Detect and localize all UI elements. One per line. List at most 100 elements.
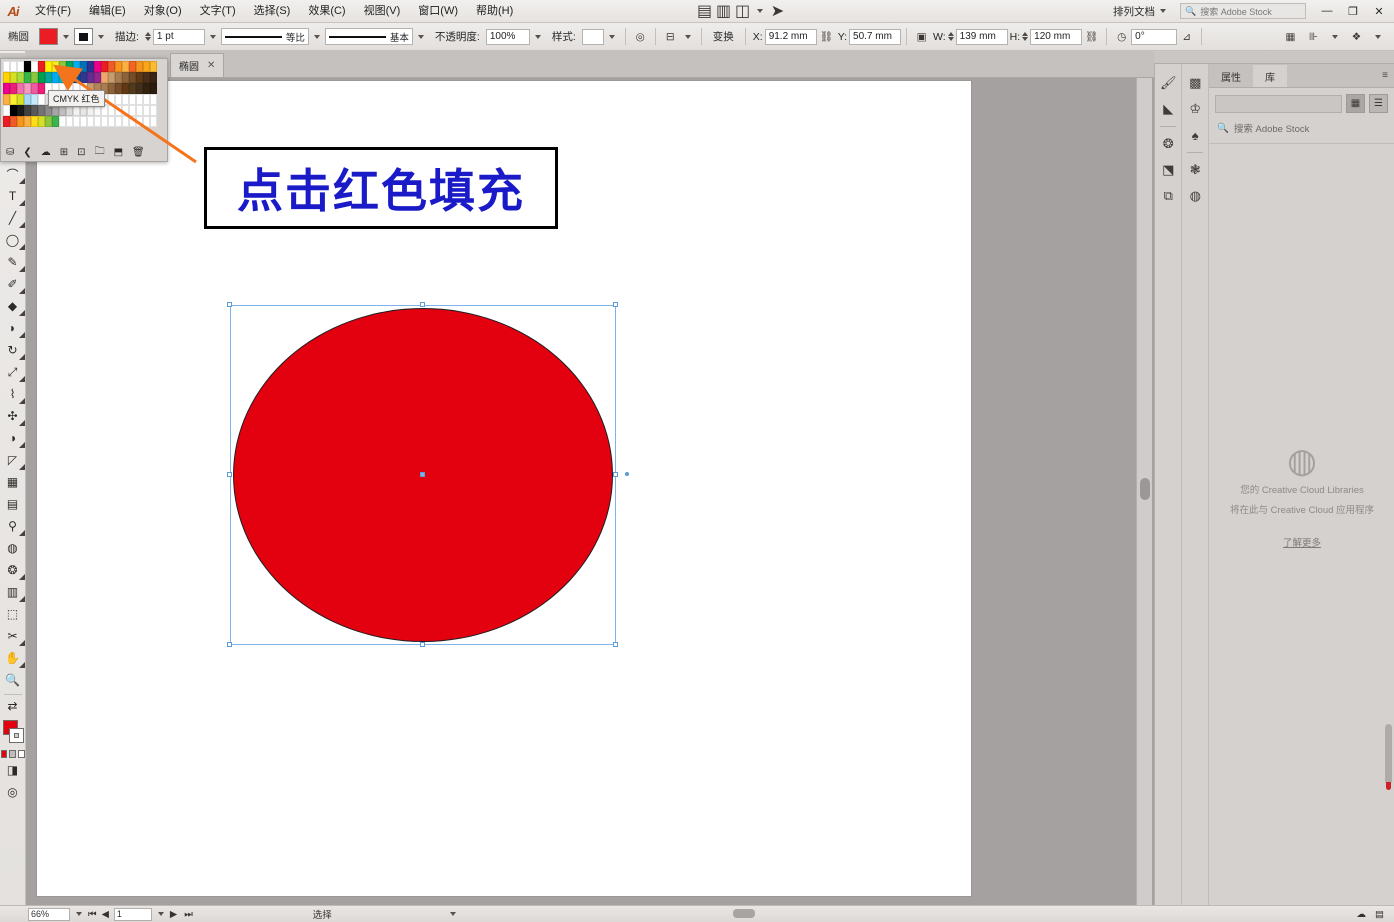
menu-help[interactable]: 帮助(H)	[467, 0, 522, 23]
nav-next-artboard-icon[interactable]: ▶	[170, 909, 177, 920]
nav-last-artboard-icon[interactable]: ⏭	[184, 909, 193, 920]
artboards-icon[interactable]: ⬔	[1156, 157, 1180, 183]
handle-bottom-right[interactable]	[613, 642, 618, 647]
swatch-item[interactable]	[3, 105, 10, 116]
swatch-item[interactable]	[3, 94, 10, 105]
swatches-icon[interactable]: ♠	[1183, 122, 1207, 148]
swatch-item[interactable]	[136, 83, 143, 94]
menu-window[interactable]: 窗口(W)	[409, 0, 467, 23]
swatches-panel[interactable]: ⛁ ❮ ☁ ⊞ ⊡ 🗀 ⬒ 🗑	[0, 58, 168, 162]
swatch-item[interactable]	[80, 72, 87, 83]
close-icon[interactable]: ✕	[207, 60, 215, 71]
device-icon[interactable]: ▤	[1375, 909, 1384, 920]
swatch-item[interactable]	[108, 83, 115, 94]
tool-swap-fill-stroke[interactable]: ⇄	[0, 698, 26, 714]
swatch-item[interactable]	[101, 116, 108, 127]
menu-view[interactable]: 视图(V)	[355, 0, 410, 23]
swatch-item[interactable]	[150, 105, 157, 116]
opacity-input[interactable]: 100%	[485, 28, 530, 45]
chevron-down-icon[interactable]	[1375, 34, 1381, 39]
chevron-down-icon[interactable]	[757, 9, 763, 13]
swatch-item[interactable]	[31, 61, 38, 72]
horizontal-scrollbar-thumb[interactable]	[733, 909, 755, 918]
swatch-item[interactable]	[66, 72, 73, 83]
new-color-group-icon[interactable]: ⊡	[77, 147, 85, 158]
menu-edit[interactable]: 编辑(E)	[80, 0, 135, 23]
align-icon[interactable]: ⊟	[661, 27, 680, 46]
swatch-item[interactable]	[24, 83, 31, 94]
document-setup-icon[interactable]: ◫	[733, 2, 752, 21]
swatch-item[interactable]	[136, 105, 143, 116]
swatch-item[interactable]	[115, 94, 122, 105]
symbols-icon[interactable]: ♔	[1183, 96, 1207, 122]
chevron-down-icon[interactable]	[1332, 34, 1338, 39]
swatch-item[interactable]	[38, 94, 45, 105]
swatch-item[interactable]	[45, 116, 52, 127]
swatch-item[interactable]	[38, 105, 45, 116]
swatch-options-icon[interactable]: ⊞	[60, 147, 68, 158]
swatch-item[interactable]	[122, 116, 129, 127]
swatch-item[interactable]	[73, 61, 80, 72]
rotate-angle-input[interactable]: 0°	[1131, 28, 1178, 45]
menu-object[interactable]: 对象(O)	[135, 0, 191, 23]
zoom-level-input[interactable]: 66%	[28, 907, 70, 921]
swatch-libraries-icon[interactable]: ⛁	[6, 147, 14, 158]
minimize-button[interactable]: —	[1314, 0, 1340, 23]
tool-scale[interactable]: ⤢	[0, 361, 26, 383]
constrain-proportions-icon[interactable]: ⛓	[1082, 27, 1101, 46]
swatch-item[interactable]	[115, 116, 122, 127]
tool-column-graph[interactable]: ▥	[0, 581, 26, 603]
chevron-down-icon[interactable]	[449, 912, 456, 916]
libraries-icon[interactable]: ▩	[1183, 70, 1207, 96]
x-position-input[interactable]: 91.2 mm	[764, 28, 817, 45]
tool-type[interactable]: T	[0, 185, 26, 207]
artboard-number-input[interactable]: 1	[113, 907, 152, 921]
none-button[interactable]	[17, 750, 25, 758]
swatch-item[interactable]	[150, 72, 157, 83]
handle-bottom-center[interactable]	[420, 642, 425, 647]
swatch-item[interactable]	[52, 72, 59, 83]
swatch-item[interactable]	[3, 116, 10, 127]
brush-definition-select[interactable]: 基本	[324, 28, 413, 45]
menu-type[interactable]: 文字(T)	[191, 0, 245, 23]
delete-swatch-icon[interactable]: 🗑	[132, 147, 145, 158]
swatch-item[interactable]	[10, 94, 17, 105]
y-position-input[interactable]: 50.7 mm	[849, 28, 902, 45]
swatch-item[interactable]	[31, 105, 38, 116]
brush-libraries-icon[interactable]: 🖌	[1156, 70, 1180, 96]
swatch-item[interactable]	[38, 72, 45, 83]
arrange-documents-button[interactable]: 排列文档	[1107, 4, 1172, 19]
swatch-item[interactable]	[52, 116, 59, 127]
swatch-item[interactable]	[24, 105, 31, 116]
nav-first-artboard-icon[interactable]: ⏮	[88, 909, 97, 920]
swatch-item[interactable]	[136, 72, 143, 83]
restore-button[interactable]: ❐	[1340, 0, 1366, 23]
swatch-item[interactable]	[94, 116, 101, 127]
swatch-item[interactable]	[24, 94, 31, 105]
fill-color-swatch[interactable]	[39, 28, 58, 45]
stroke-color-swatch[interactable]	[74, 28, 93, 45]
tool-perspective-grid[interactable]: ◸	[0, 449, 26, 471]
tool-line-segment[interactable]: ╱	[0, 207, 26, 229]
swatch-item[interactable]	[80, 116, 87, 127]
chevron-down-icon[interactable]	[157, 912, 164, 916]
tool-symbol-sprayer[interactable]: ❂	[0, 559, 26, 581]
stroke-weight-label[interactable]: 描边:	[109, 29, 145, 44]
swatch-item[interactable]	[129, 105, 136, 116]
handle-top-right[interactable]	[613, 302, 618, 307]
style-label[interactable]: 样式:	[546, 29, 582, 44]
swatch-item[interactable]	[66, 61, 73, 72]
swatch-item[interactable]	[150, 61, 157, 72]
swatch-item[interactable]	[115, 83, 122, 94]
graphic-style-swatch[interactable]	[581, 28, 604, 45]
gradient-button[interactable]	[9, 750, 16, 758]
swatch-item[interactable]	[143, 116, 150, 127]
swatch-none[interactable]	[3, 61, 10, 72]
recolor-artwork-icon[interactable]: ◎	[631, 27, 650, 46]
swatch-item[interactable]	[122, 94, 129, 105]
swatch-item[interactable]	[59, 72, 66, 83]
swatch-item[interactable]	[66, 116, 73, 127]
swatch-item[interactable]	[129, 72, 136, 83]
swatch-item[interactable]	[108, 105, 115, 116]
swatch-item[interactable]	[10, 116, 17, 127]
